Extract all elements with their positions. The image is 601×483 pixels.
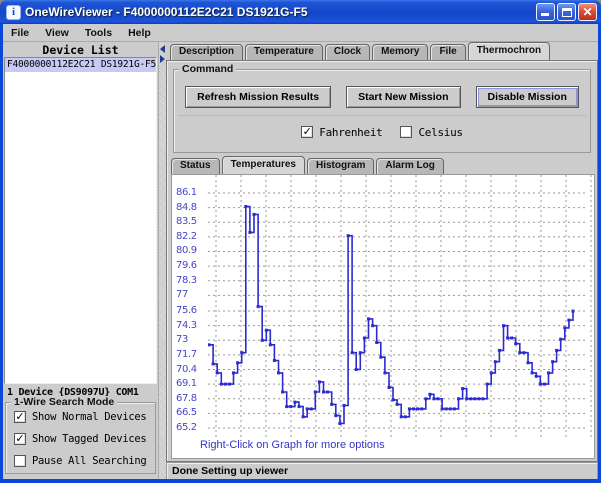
checkbox-show-normal-devices-label: Show Normal Devices: [32, 411, 146, 423]
graph-hint: Right-Click on Graph for more options: [200, 439, 385, 451]
y-axis-label: 71.7: [176, 349, 206, 360]
checkbox-show-tagged-devices-label: Show Tagged Devices: [32, 433, 146, 445]
y-axis-label: 70.4: [176, 364, 206, 375]
y-axis-label: 69.1: [176, 378, 206, 389]
info-icon: i: [6, 5, 21, 20]
device-list[interactable]: F4000000112E2C21 DS1921G-F5: [4, 57, 157, 384]
unit-checkboxes: ✓ Fahrenheit Celsius: [178, 116, 586, 148]
maximize-icon: [562, 8, 572, 17]
tab-file[interactable]: File: [430, 44, 465, 60]
checkbox-show-normal-devices-box[interactable]: ✓: [14, 411, 26, 423]
menu-tools[interactable]: Tools: [77, 27, 120, 39]
checkbox-pause-all-searching-label: Pause All Searching: [32, 455, 146, 467]
checkbox-show-tagged-devices-box[interactable]: ✓: [14, 433, 26, 445]
subtab-temperatures[interactable]: Temperatures: [222, 156, 305, 174]
tab-thermochron[interactable]: Thermochron: [468, 42, 550, 60]
y-axis-label: 77: [176, 289, 206, 300]
command-title: Command: [179, 63, 236, 75]
checkbox-show-normal-devices[interactable]: ✓ Show Normal Devices: [14, 411, 146, 423]
checkbox-show-tagged-devices[interactable]: ✓ Show Tagged Devices: [14, 433, 146, 445]
collapse-right-icon[interactable]: [160, 55, 165, 63]
window-title: OneWireViewer - F4000000112E2C21 DS1921G…: [25, 5, 308, 19]
tab-memory[interactable]: Memory: [372, 44, 428, 60]
tab-description[interactable]: Description: [170, 44, 243, 60]
subtab-histogram[interactable]: Histogram: [307, 158, 374, 174]
y-axis-label: 74.3: [176, 320, 206, 331]
command-box: Command Refresh Mission ResultsStart New…: [173, 69, 591, 153]
y-axis-label: 80.9: [176, 245, 206, 256]
y-axis-label: 86.1: [176, 187, 206, 198]
checkbox-fahrenheit[interactable]: ✓: [301, 126, 313, 138]
fahrenheit-label: Fahrenheit: [319, 126, 382, 139]
y-axis-label: 84.8: [176, 202, 206, 213]
unit-fahrenheit[interactable]: ✓ Fahrenheit: [301, 126, 382, 139]
checkbox-celsius[interactable]: [400, 126, 412, 138]
temperature-plot[interactable]: [208, 175, 592, 445]
minimize-icon: [541, 13, 549, 16]
app-window: i OneWireViewer - F4000000112E2C21 DS192…: [0, 0, 601, 483]
client-area: FileViewToolsHelp Device List F400000011…: [3, 24, 598, 479]
menu-view[interactable]: View: [37, 27, 77, 39]
y-axis-label: 78.3: [176, 275, 206, 286]
y-axis-label: 66.5: [176, 407, 206, 418]
tab-clock[interactable]: Clock: [325, 44, 370, 60]
collapse-left-icon[interactable]: [160, 45, 165, 53]
status-bar: Done Setting up viewer: [166, 462, 598, 479]
viewer-tabs: DescriptionTemperatureClockMemoryFileThe…: [166, 42, 598, 60]
checkbox-pause-all-searching-box[interactable]: [14, 455, 26, 467]
device-row[interactable]: F4000000112E2C21 DS1921G-F5: [5, 58, 156, 72]
subtab-alarm-log[interactable]: Alarm Log: [376, 158, 443, 174]
search-mode-box: 1-Wire Search Mode ✓Show Normal Devices✓…: [5, 402, 156, 474]
y-axis-label: 83.5: [176, 216, 206, 227]
device-panel: Device List F4000000112E2C21 DS1921G-F5 …: [3, 42, 158, 479]
subtab-status[interactable]: Status: [171, 158, 220, 174]
thermochron-content: Command Refresh Mission Results Start New…: [166, 60, 598, 462]
disable-mission-button[interactable]: Disable Mission: [476, 86, 579, 108]
result-tabs: StatusTemperaturesHistogramAlarm Log: [171, 157, 595, 174]
viewer-panel: DescriptionTemperatureClockMemoryFileThe…: [166, 42, 598, 479]
y-axis-label: 67.8: [176, 393, 206, 404]
command-buttons: Refresh Mission Results Start New Mission…: [178, 78, 586, 116]
y-axis-label: 75.6: [176, 305, 206, 316]
y-axis-label: 73: [176, 334, 206, 345]
menu-bar: FileViewToolsHelp: [3, 24, 598, 42]
menu-help[interactable]: Help: [120, 27, 159, 39]
checkbox-pause-all-searching[interactable]: Pause All Searching: [14, 455, 146, 467]
panel-splitter[interactable]: [158, 42, 166, 479]
refresh-mission-results-button[interactable]: Refresh Mission Results: [185, 86, 331, 108]
menu-file[interactable]: File: [3, 27, 37, 39]
start-new-mission-button[interactable]: Start New Mission: [346, 86, 460, 108]
device-list-header: Device List: [3, 42, 158, 57]
y-axis-label: 82.2: [176, 231, 206, 242]
celsius-label: Celsius: [418, 126, 462, 139]
tab-temperature[interactable]: Temperature: [245, 44, 323, 60]
window-controls: ✕: [536, 3, 597, 21]
y-axis-label: 65.2: [176, 422, 206, 433]
maximize-button[interactable]: [557, 3, 576, 21]
minimize-button[interactable]: [536, 3, 555, 21]
temperature-chart[interactable]: 86.1 84.8 83.5 82.2 80.9 79.6 78.3 77 75.6 74.3 73…: [171, 174, 595, 459]
close-button[interactable]: ✕: [578, 3, 597, 21]
title-bar[interactable]: i OneWireViewer - F4000000112E2C21 DS192…: [0, 0, 601, 24]
unit-celsius[interactable]: Celsius: [400, 126, 462, 139]
y-axis-label: 79.6: [176, 260, 206, 271]
close-icon: ✕: [579, 5, 596, 19]
search-mode-title: 1-Wire Search Mode: [11, 396, 117, 408]
